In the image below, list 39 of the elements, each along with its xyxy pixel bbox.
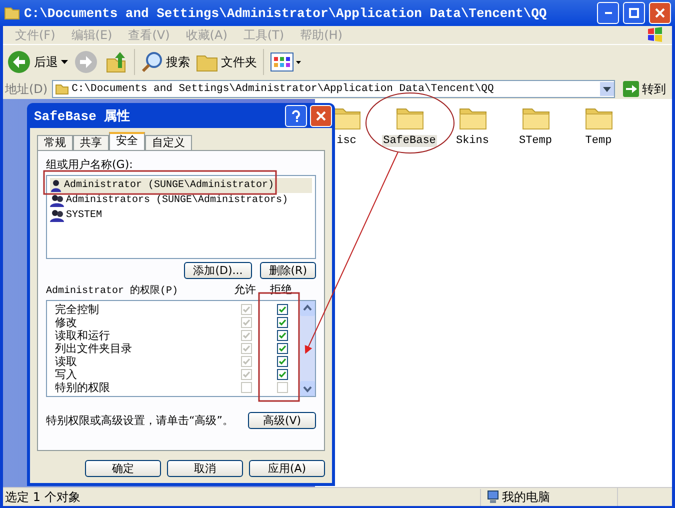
address-label: 地址(D) [5, 80, 48, 98]
advanced-note: 特别权限或高级设置，请单击“高级”。 [46, 413, 234, 428]
location-text: 我的电脑 [502, 488, 550, 506]
remove-button[interactable]: 删除(R) [260, 262, 316, 279]
tab[interactable]: 安全 [109, 132, 145, 150]
folder-item[interactable]: SafeBase [378, 103, 441, 147]
folder-item[interactable]: Skins [441, 103, 504, 147]
user-item[interactable]: SYSTEM [50, 208, 312, 223]
status-text: 选定 1 个对象 [4, 488, 82, 506]
permission-name: 完全控制 [55, 302, 100, 317]
folder-item[interactable]: isc [315, 103, 378, 147]
user-item[interactable]: Administrators (SUNGE\Administrators) [50, 193, 312, 208]
folder-item[interactable]: Temp [567, 103, 630, 147]
folder-item[interactable]: STemp [504, 103, 567, 147]
permission-name: 列出文件夹目录 [55, 341, 133, 356]
search-button[interactable]: 搜索 [141, 51, 190, 73]
permission-name: 特别的权限 [55, 380, 111, 395]
column-header: 允许 [233, 282, 257, 297]
back-button[interactable]: 后退 [7, 50, 68, 74]
users-label: 组或用户名称(G): [46, 157, 134, 172]
add-button[interactable]: 添加(D)... [184, 262, 252, 279]
permission-name: 读取和运行 [55, 328, 111, 342]
address-field[interactable]: C:\Documents and Settings\Administrator\Application Data\Tencent\QQ [52, 80, 615, 98]
tab[interactable]: 共享 [73, 135, 109, 150]
permission-name: 读取 [55, 354, 78, 369]
dialog-title: SafeBase 属性 [34, 108, 132, 124]
dialog-button[interactable]: 取消 [167, 460, 243, 477]
permissions-label: Administrator 的权限(P) [46, 284, 180, 296]
tab[interactable]: 自定义 [145, 135, 192, 150]
permission-name: 修改 [55, 315, 78, 330]
user-item[interactable]: Administrator (SUNGE\Administrator) [50, 178, 312, 193]
tab[interactable]: 常规 [37, 135, 73, 150]
dialog-button[interactable]: 应用(A) [249, 460, 325, 477]
folders-button[interactable]: 文件夹 [196, 52, 257, 72]
go-button[interactable]: 转到 [619, 80, 670, 98]
advanced-button[interactable]: 高级(V) [248, 412, 316, 429]
permission-name: 写入 [55, 367, 78, 382]
dialog-button[interactable]: 确定 [85, 460, 161, 477]
window-title: C:\Documents and Settings\Administrator\Application Data\Tencent\QQ [24, 6, 548, 20]
